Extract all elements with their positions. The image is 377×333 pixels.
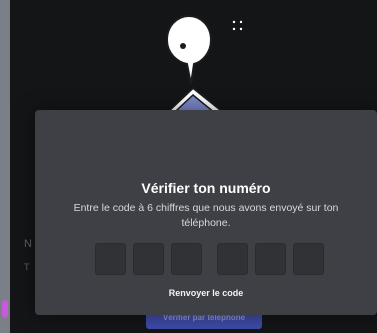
left-edge-panel — [0, 0, 10, 333]
verify-phone-modal: Vérifier ton numéro Entre le code à 6 ch… — [35, 110, 377, 315]
dimmed-backdrop[interactable]: N T Vérifier par téléphone Vérifier ton … — [10, 0, 377, 333]
sidebar-accent — [2, 300, 8, 318]
speech-bubble-icon — [165, 14, 213, 85]
resend-code-link[interactable]: Renvoyer le code — [35, 288, 377, 298]
code-digit-5-input[interactable] — [255, 243, 286, 275]
sparkle-dots-icon — [232, 20, 243, 31]
code-digit-2-input[interactable] — [133, 243, 164, 275]
code-digit-6-input[interactable] — [293, 243, 324, 275]
code-digit-4-input[interactable] — [217, 243, 248, 275]
code-digit-1-input[interactable] — [95, 243, 126, 275]
background-heading: N — [24, 238, 32, 250]
code-input-group — [95, 243, 331, 275]
modal-title: Vérifier ton numéro — [141, 180, 271, 196]
modal-subtitle: Entre le code à 6 chiffres que nous avon… — [73, 202, 339, 229]
code-digit-3-input[interactable] — [171, 243, 202, 275]
background-caption: T — [24, 262, 30, 272]
